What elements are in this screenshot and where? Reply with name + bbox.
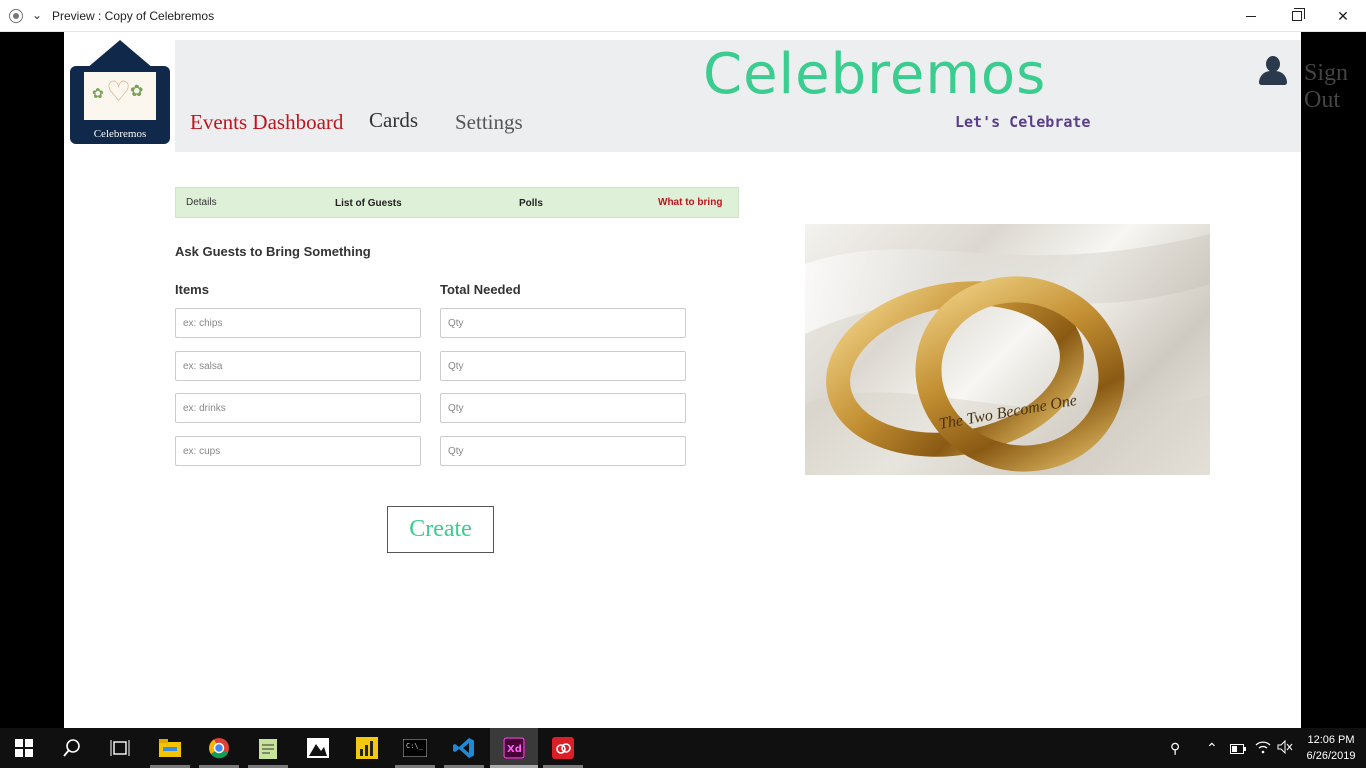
- section-title: Ask Guests to Bring Something: [175, 244, 371, 259]
- chevron-down-icon[interactable]: ⌄: [32, 8, 42, 22]
- system-clock[interactable]: 12:06 PM 6/26/2019: [1300, 732, 1362, 764]
- clock-date: 6/26/2019: [1306, 750, 1356, 762]
- nav-cards[interactable]: Cards: [369, 108, 418, 133]
- task-view-icon[interactable]: [108, 736, 132, 760]
- restore-button[interactable]: [1274, 0, 1320, 32]
- power-bi-icon[interactable]: [355, 736, 379, 760]
- photos-icon[interactable]: [306, 736, 330, 760]
- minimize-button[interactable]: [1228, 0, 1274, 32]
- close-button[interactable]: ✕: [1320, 0, 1366, 32]
- qty-input[interactable]: [440, 308, 686, 338]
- tab-polls[interactable]: Polls: [519, 198, 543, 209]
- sign-out-link[interactable]: Sign Out: [1304, 60, 1348, 114]
- app-canvas: ✿ ♡ ✿ Celebremos Celebremos Let's Celebr…: [64, 32, 1348, 728]
- adobe-xd-icon[interactable]: Xd: [502, 736, 526, 760]
- creative-cloud-icon[interactable]: [551, 736, 575, 760]
- volume-muted-icon[interactable]: [1277, 739, 1293, 757]
- tab-what-to-bring[interactable]: What to bring: [658, 197, 722, 208]
- item-input[interactable]: [175, 436, 421, 466]
- wifi-icon[interactable]: [1255, 740, 1271, 757]
- total-needed-column-header: Total Needed: [440, 282, 521, 297]
- qty-input[interactable]: [440, 436, 686, 466]
- user-icon-head: [1266, 56, 1280, 72]
- window-titlebar: ⌄ Preview : Copy of Celebremos ✕: [0, 0, 1366, 32]
- start-icon[interactable]: [12, 736, 36, 760]
- battery-icon[interactable]: [1230, 741, 1246, 757]
- svg-text:Xd: Xd: [507, 744, 522, 755]
- tagline: Let's Celebrate: [955, 113, 1091, 131]
- event-tabs: Details List of Guests Polls What to bri…: [175, 187, 739, 218]
- leaf-icon: ✿: [130, 83, 144, 100]
- item-input[interactable]: [175, 308, 421, 338]
- chevron-up-icon[interactable]: ⌃: [1206, 740, 1218, 757]
- tab-list-of-guests[interactable]: List of Guests: [335, 198, 402, 209]
- windows-taskbar: C:\_ Xd ⚲ ⌃ 12:06 PM 6/26/2019: [0, 728, 1366, 768]
- item-input[interactable]: [175, 351, 421, 381]
- user-icon-body: [1259, 71, 1287, 85]
- people-icon[interactable]: ⚲: [1170, 740, 1180, 757]
- user-icon[interactable]: [1259, 56, 1287, 86]
- svg-text:C:\_: C:\_: [406, 742, 424, 750]
- clock-time: 12:06 PM: [1307, 734, 1355, 746]
- rings-illustration: The Two Become One: [805, 234, 1210, 475]
- wedding-rings-image: The Two Become One: [805, 224, 1210, 475]
- window-title: Preview : Copy of Celebremos: [52, 9, 215, 23]
- notepad-icon[interactable]: [256, 736, 280, 760]
- nav-events-dashboard[interactable]: Events Dashboard: [190, 110, 343, 135]
- celebremos-logo[interactable]: ✿ ♡ ✿ Celebremos: [70, 40, 170, 144]
- heart-icon: ♡: [106, 76, 132, 107]
- chrome-icon[interactable]: [207, 736, 231, 760]
- items-column-header: Items: [175, 282, 209, 297]
- nav-settings[interactable]: Settings: [455, 110, 523, 135]
- qty-input[interactable]: [440, 393, 686, 423]
- file-explorer-icon[interactable]: [158, 736, 182, 760]
- record-icon: [9, 9, 23, 23]
- tab-details[interactable]: Details: [186, 197, 217, 208]
- terminal-icon[interactable]: C:\_: [403, 736, 427, 760]
- vscode-icon[interactable]: [452, 736, 476, 760]
- search-icon[interactable]: [60, 736, 84, 760]
- logo-text: Celebremos: [93, 128, 147, 140]
- create-button[interactable]: Create: [387, 506, 494, 553]
- leaf-icon: ✿: [92, 85, 104, 101]
- qty-input[interactable]: [440, 351, 686, 381]
- header-bar: Celebremos Let's Celebrate Sign Out: [175, 40, 1348, 152]
- item-input[interactable]: [175, 393, 421, 423]
- brand-title: Celebremos: [703, 42, 1047, 107]
